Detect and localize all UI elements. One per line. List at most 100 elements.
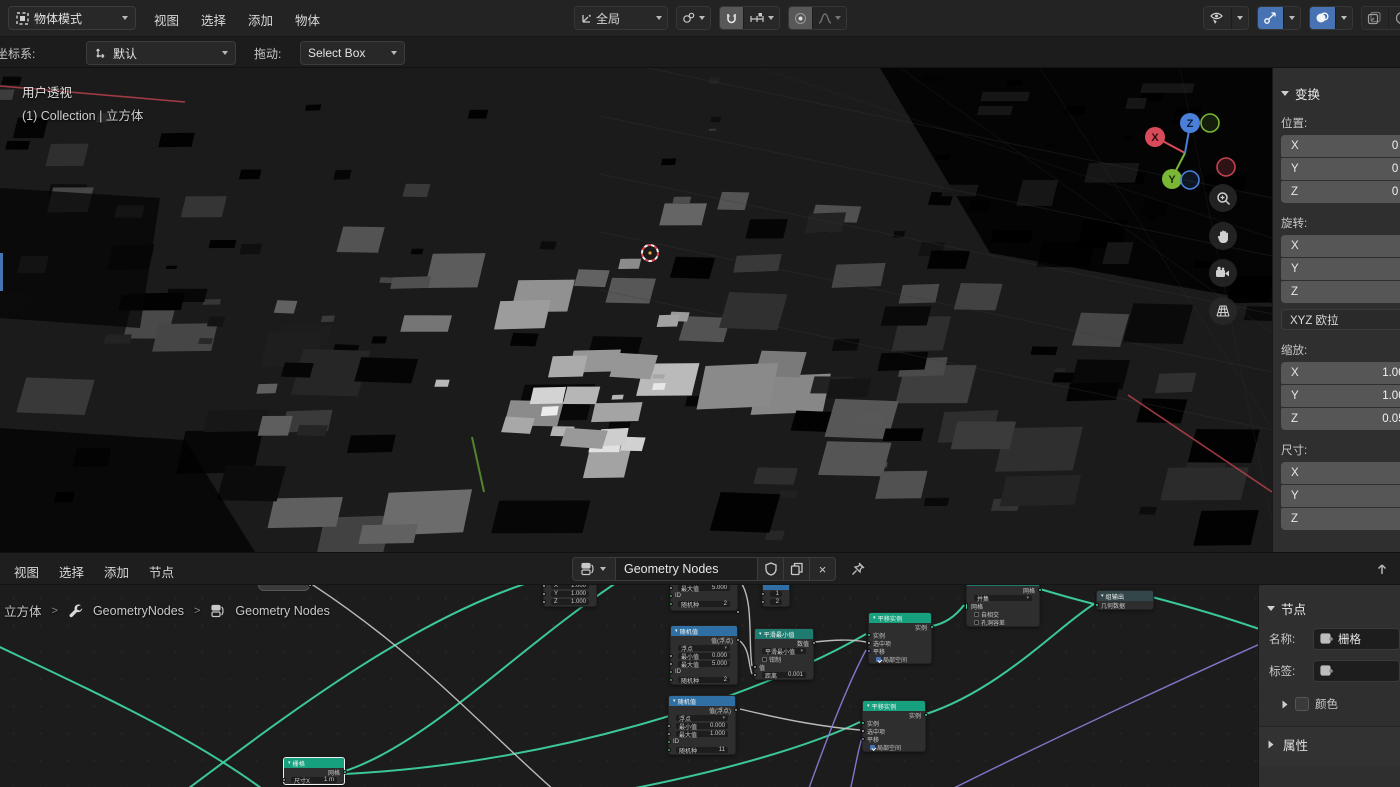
node-row-Z[interactable]: Z1.000 [544,598,596,606]
node-row-平滑最小值[interactable]: 平滑最小值▾ [755,647,813,655]
node-editor-canvas[interactable]: X1.000Y1.000Z1.000 最小值0.000最大值5.000ID随机种2… [0,585,1258,787]
node-editor-menu-3[interactable]: 节点 [141,558,182,585]
pan-hand-button[interactable] [1209,222,1237,250]
transform-section-header[interactable]: 变换 [1281,84,1400,103]
node-row-Y[interactable]: Y1.000 [544,590,596,598]
node-socket[interactable] [1095,603,1099,607]
shading-solid-toggle[interactable] [1388,7,1400,29]
node-socket[interactable] [667,748,671,752]
node-row-field[interactable]: 2 [763,598,789,606]
visibility-toggle[interactable] [1204,7,1231,29]
node-socket[interactable] [736,638,740,642]
transform-field-缩放-Y[interactable]: Y1.000 [1281,385,1400,407]
node-socket[interactable] [308,585,312,587]
node-socket[interactable] [1038,588,1042,592]
gizmo-z-neg-axis[interactable] [1181,171,1199,189]
color-expand-icon[interactable] [1283,700,1288,708]
gizmo-x-neg-axis[interactable] [1217,158,1235,176]
snap-toggle[interactable] [720,7,743,29]
transform-orientation-dropdown[interactable]: 全局 [574,6,668,30]
viewport-menu-2[interactable]: 添加 [240,6,281,33]
zoom-button[interactable] [1209,184,1237,212]
node-random-value-mid[interactable]: ▾随机值值(浮点)浮点▾最小值0.000最大值5.000ID随机种2 [670,625,738,685]
transform-field-旋转-Z[interactable]: Z0° [1281,281,1400,303]
node-socket[interactable] [542,585,546,588]
node-row-随机种[interactable]: 随机种11 [669,746,735,754]
node-mini-values[interactable]: 12 [762,585,790,607]
transform-field-位置-Y[interactable]: Y0 m [1281,158,1400,180]
node-socket[interactable] [669,602,673,606]
transform-field-位置-X[interactable]: X0 m [1281,135,1400,157]
viewport-menu-0[interactable]: 视图 [146,6,187,33]
node-grid[interactable]: ▾栅格网格尺寸X1 m [283,757,345,785]
transform-field-尺寸-Z[interactable]: Z [1281,508,1400,530]
node-socket[interactable] [669,654,673,658]
node-socket[interactable] [761,592,765,596]
node-editor-menu-2[interactable]: 添加 [96,558,137,585]
node-socket[interactable] [930,625,934,629]
transform-field-尺寸-X[interactable]: X [1281,462,1400,484]
node-row-最大值[interactable]: 最大值1.000 [669,730,735,738]
node-tree-name-input[interactable]: Geometry Nodes [616,557,758,581]
node-row-随机种[interactable]: 随机种2 [671,676,737,684]
node-socket[interactable] [542,592,546,596]
overlays-toggle[interactable] [1310,7,1335,29]
node-label-input[interactable] [1313,660,1400,682]
node-socket[interactable] [924,713,928,717]
xray-toggle[interactable] [1362,7,1388,29]
node-socket[interactable] [669,678,673,682]
node-row-孔洞容差[interactable]: 孔洞容差 [967,618,1039,626]
viewport-menu-3[interactable]: 物体 [287,6,328,33]
transform-field-旋转-Y[interactable]: Y0° [1281,258,1400,280]
node-socket[interactable] [667,732,671,736]
color-checkbox[interactable] [1295,697,1309,711]
node-socket[interactable] [867,633,871,637]
proportional-falloff-dropdown[interactable] [812,7,846,29]
node-socket[interactable] [861,737,865,741]
node-name-input[interactable]: 栅格 [1313,628,1400,650]
visibility-dropdown[interactable] [1231,7,1248,29]
transform-field-位置-Z[interactable]: Z0 m [1281,181,1400,203]
3d-viewport[interactable]: 用户透视 (1) Collection | 立方体 X Z Y [0,68,1272,552]
overlays-dropdown[interactable] [1335,7,1352,29]
node-random-value-top[interactable]: 最小值0.000最大值5.000ID随机种2 [670,585,738,611]
transform-field-缩放-Z[interactable]: Z0.050 [1281,408,1400,430]
node-socket[interactable] [734,708,738,712]
node-socket[interactable] [867,641,871,645]
node-editor-menu-0[interactable]: 视图 [6,558,47,585]
node-combine-xyz-partial[interactable]: X1.000Y1.000Z1.000 [543,585,597,607]
node-socket[interactable] [736,610,740,614]
node-socket[interactable] [812,641,816,645]
node-socket[interactable] [753,673,757,677]
gizmos-toggle[interactable] [1258,7,1283,29]
snap-with-dropdown[interactable] [743,7,779,29]
node-socket[interactable] [867,649,871,653]
node-collapsed-pill[interactable] [258,585,310,591]
gizmos-dropdown[interactable] [1283,7,1300,29]
node-row-field[interactable]: 1 [763,590,789,598]
node-translate-instances-2[interactable]: ▾平移实例实例实例选中项平移局部空间 [862,700,926,752]
navigation-gizmo[interactable]: X Z Y [1135,90,1255,210]
mode-dropdown[interactable]: 物体模式 [8,6,136,30]
node-socket[interactable] [861,729,865,733]
transform-field-尺寸-Y[interactable]: Y [1281,485,1400,507]
toggle-ortho-button[interactable] [1209,297,1237,325]
transform-field-旋转-X[interactable]: X0° [1281,235,1400,257]
gizmo-y-neg-axis[interactable] [1201,114,1219,132]
fake-user-button[interactable] [758,557,784,581]
node-row-局部空间[interactable]: 局部空间 [869,655,931,663]
node-socket[interactable] [669,594,673,598]
pivot-point-dropdown[interactable] [676,6,711,30]
coord-system-dropdown[interactable]: 默认 [86,41,236,65]
node-tree-browse-dropdown[interactable] [572,557,616,581]
node-group-output[interactable]: ▾组输出几何数据 [1096,590,1154,610]
node-socket[interactable] [282,778,286,782]
node-row-随机种[interactable]: 随机种2 [671,600,737,608]
node-socket[interactable] [343,770,347,774]
transform-field-缩放-X[interactable]: X1.000 [1281,362,1400,384]
node-socket[interactable] [667,740,671,744]
node-row-局部空间[interactable]: 局部空间 [863,743,925,751]
node-socket[interactable] [761,600,765,604]
node-row-最大值[interactable]: 最大值5.000 [671,585,737,592]
proportional-edit-toggle[interactable] [789,7,812,29]
